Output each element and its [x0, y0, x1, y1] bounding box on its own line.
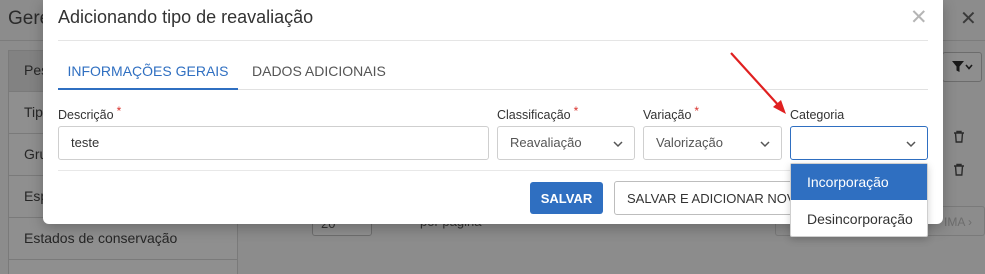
close-icon[interactable]: ✕ [910, 6, 928, 30]
categoria-dropdown-menu: Incorporação Desincorporação [790, 163, 928, 237]
modal-header-divider [58, 40, 928, 41]
variacao-label-text: Variação [643, 108, 692, 122]
descricao-label-text: Descrição [58, 108, 114, 122]
tab-dados-adicionais[interactable]: DADOS ADICIONAIS [252, 52, 386, 90]
classificacao-label: Classificação * [497, 104, 578, 122]
trash-icon [953, 163, 965, 179]
variacao-label: Variação * [643, 104, 699, 122]
filter-icon [942, 52, 982, 82]
trash-icon [953, 130, 965, 146]
tab-bar: INFORMAÇÕES GERAIS DADOS ADICIONAIS [58, 52, 928, 90]
dropdown-option-desincorporacao[interactable]: Desincorporação [791, 201, 927, 237]
background-close-icon: ✕ [960, 8, 977, 30]
required-marker: * [694, 104, 700, 118]
sidebar-item-estados-de-conservacao: Estados de conservação [9, 219, 237, 260]
tab-informacoes-gerais[interactable]: INFORMAÇÕES GERAIS [58, 52, 238, 90]
descricao-input[interactable]: teste [58, 126, 489, 160]
save-button[interactable]: SALVAR [530, 182, 603, 214]
chevron-down-icon [613, 141, 623, 148]
descricao-label: Descrição * [58, 104, 121, 122]
required-marker: * [573, 104, 579, 118]
categoria-label-text: Categoria [790, 108, 845, 122]
categoria-select[interactable] [790, 126, 928, 160]
classificacao-select[interactable]: Reavaliação [497, 126, 635, 160]
classificacao-label-text: Classificação [497, 108, 571, 122]
modal-title: Adicionando tipo de reavaliação [58, 7, 314, 27]
categoria-label: Categoria [790, 108, 844, 122]
classificacao-value: Reavaliação [510, 135, 582, 150]
chevron-down-icon [760, 141, 770, 148]
variacao-value: Valorização [656, 135, 723, 150]
dropdown-option-incorporacao[interactable]: Incorporação [791, 164, 927, 200]
required-marker: * [116, 104, 122, 118]
variacao-select[interactable]: Valorização [643, 126, 782, 160]
chevron-down-icon [906, 141, 916, 148]
filter-icon-svg [952, 61, 973, 72]
